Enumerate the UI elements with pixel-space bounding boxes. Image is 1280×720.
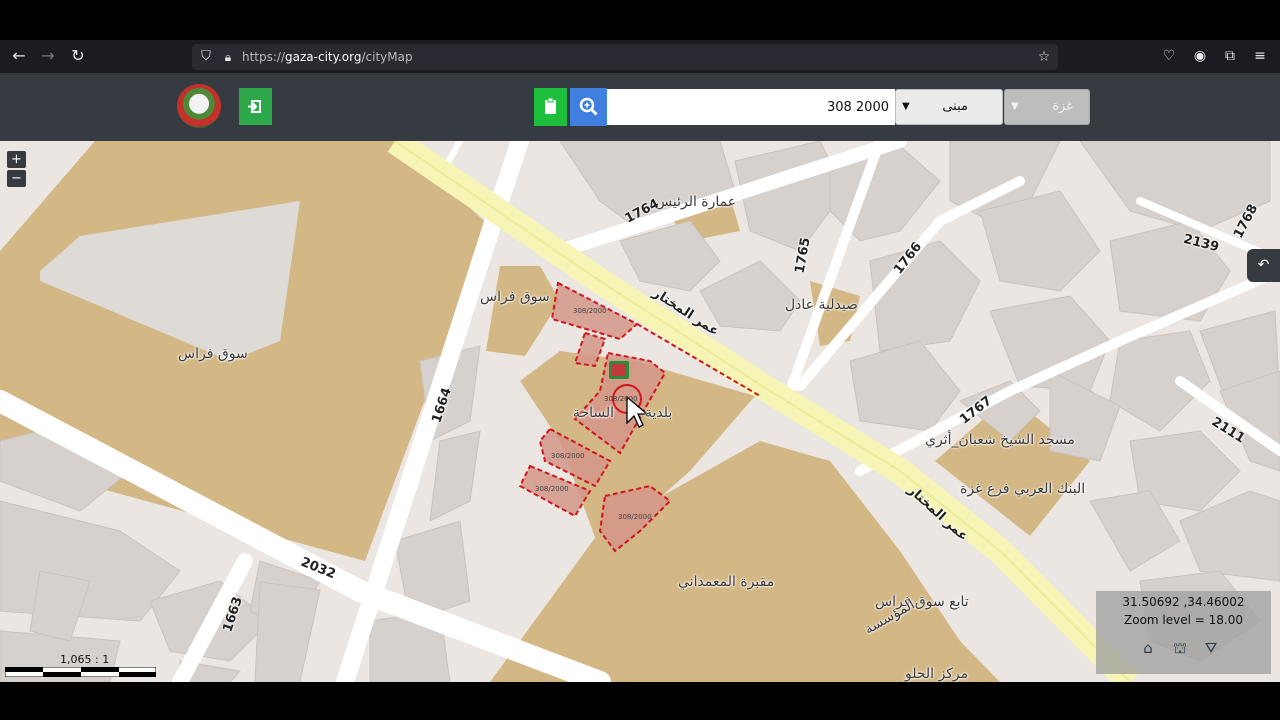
label-markaz: مركز الحلو <box>905 666 969 682</box>
bookmark-star-icon[interactable]: ☆ <box>1034 47 1054 67</box>
parcel-label: 308/2000 <box>604 395 638 403</box>
mosque-icon[interactable]: ⛫ <box>1169 639 1191 657</box>
road-icon[interactable]: ⛛ <box>1200 639 1222 657</box>
map-base-svg <box>0 141 1280 682</box>
address-bar[interactable]: ⛉ 🔒︎ https://gaza-city.org/cityMap ☆ <box>192 44 1058 70</box>
back-arrow-icon[interactable]: ← <box>9 46 29 66</box>
label-souq-faras: سوق فراس <box>480 289 550 305</box>
coordinates-readout: 31.50692 ,34.46002 <box>1122 595 1245 609</box>
search-zoom-icon <box>579 97 598 116</box>
parcel-label: 308/2000 <box>551 452 585 460</box>
chevron-down-icon: ▼ <box>1011 101 1019 112</box>
label-maqbara: مقبرة المعمداني <box>678 574 775 590</box>
type-select-value: مبنى <box>942 99 968 114</box>
label-bank: البنك العربي فرع غزة <box>960 481 1086 497</box>
lock-icon[interactable]: 🔒︎ <box>218 47 238 67</box>
label-saydaliya-adel: صيدلية عادل <box>785 297 858 313</box>
url-text[interactable]: https://gaza-city.org/cityMap <box>242 44 413 70</box>
chevron-down-icon: ▼ <box>902 101 910 112</box>
menu-icon[interactable]: ≡ <box>1250 46 1270 66</box>
url-host: gaza-city.org <box>285 50 362 64</box>
extensions-icon[interactable]: ⧉ <box>1220 46 1240 66</box>
land-zone <box>486 266 560 356</box>
zoom-out-button[interactable]: − <box>7 170 26 187</box>
zoom-in-button[interactable]: + <box>7 151 26 168</box>
clipboard-button[interactable] <box>534 88 567 126</box>
city-select-value: غزة <box>1052 99 1073 114</box>
label-baladiya: بلدية <box>645 405 673 421</box>
map-info-panel: 31.50692 ,34.46002 Zoom level = 18.00 ⌂ … <box>1096 591 1271 674</box>
bottom-letterbox <box>0 682 1280 720</box>
undo-arrow-icon: ↶ <box>1257 257 1270 273</box>
forward-arrow-icon[interactable]: → <box>38 46 58 66</box>
login-icon <box>248 100 261 113</box>
account-icon[interactable]: ◉ <box>1190 46 1210 66</box>
label-souq-faras: سوق فراس <box>178 346 248 362</box>
gaza-municipality-logo[interactable] <box>177 84 221 128</box>
search-button[interactable] <box>570 88 607 126</box>
label-masjid: مسجد الشيخ شعبان_أثري <box>925 432 1075 448</box>
reload-icon[interactable]: ↻ <box>68 46 88 66</box>
url-path: /cityMap <box>361 50 413 64</box>
parcel-label: 308/2000 <box>618 513 652 521</box>
parcel-label: 308/2000 <box>573 307 607 315</box>
parcel-label: 308/2000 <box>535 485 569 493</box>
label-saha: الساحة <box>573 405 615 421</box>
city-map[interactable]: سوق فراس سوق فراس عمارة الرئيس صيدلية عا… <box>0 141 1280 682</box>
city-select[interactable]: ▼ غزة <box>1004 89 1090 125</box>
zoom-level-readout: Zoom level = 18.00 <box>1124 613 1243 627</box>
pocket-icon[interactable]: ♡ <box>1159 46 1179 66</box>
home-icon[interactable]: ⌂ <box>1137 639 1159 657</box>
top-letterbox <box>0 0 1280 40</box>
login-button[interactable] <box>239 88 272 125</box>
building-marker-inner <box>612 364 626 376</box>
zoom-controls: + − <box>7 151 26 189</box>
parcel-search-input[interactable] <box>607 89 895 125</box>
label-omarat-raees: عمارة الرئيس <box>655 194 737 210</box>
shield-icon[interactable]: ⛉ <box>196 47 216 67</box>
clipboard-icon <box>545 97 556 114</box>
back-button[interactable]: ↶ <box>1247 249 1280 282</box>
url-scheme: https:// <box>242 50 286 64</box>
scale-ratio: 1,065 : 1 <box>60 653 110 666</box>
scale-bar <box>5 667 156 677</box>
feature-type-select[interactable]: ▼ مبنى <box>895 89 1003 125</box>
